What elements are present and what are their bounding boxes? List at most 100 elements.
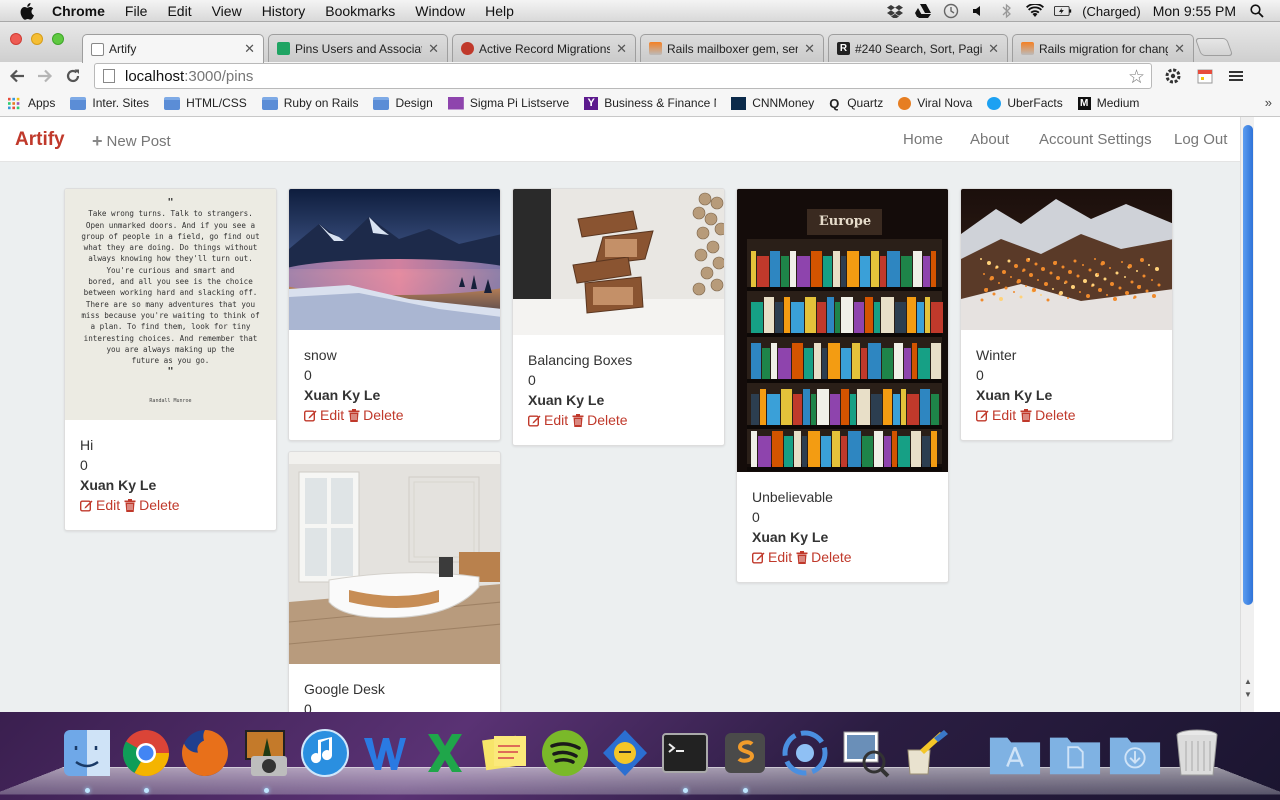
bookmark-star-icon[interactable]: ☆	[1128, 66, 1145, 89]
tab-rails-migration[interactable]: Rails migration for chang ✕	[1012, 34, 1194, 62]
menu-app-name[interactable]: Chrome	[52, 3, 105, 19]
calendar-extension-icon[interactable]	[1195, 66, 1215, 86]
terminal-icon[interactable]	[658, 726, 712, 780]
applications-folder-icon[interactable]	[988, 726, 1042, 780]
scroll-up-arrow-icon[interactable]: ▲	[1243, 677, 1253, 687]
spotlight-search-icon[interactable]	[1248, 3, 1266, 19]
pin-image-winter-village[interactable]	[961, 189, 1172, 330]
bookmark-medium[interactable]: M Medium	[1077, 96, 1139, 110]
menu-window[interactable]: Window	[415, 3, 465, 19]
close-icon[interactable]: ✕	[1174, 41, 1185, 57]
bookmark-sigma-pi[interactable]: Sigma Pi Listserve	[447, 96, 569, 110]
delete-link[interactable]: Delete	[348, 405, 404, 425]
bookmarks-overflow-chevron-icon[interactable]: »	[1265, 95, 1272, 110]
documents-folder-icon[interactable]	[1048, 726, 1102, 780]
nav-log-out-link[interactable]: Log Out	[1174, 131, 1227, 148]
volume-icon[interactable]	[970, 3, 988, 19]
software-update-icon[interactable]	[778, 726, 832, 780]
tab-railscasts[interactable]: R #240 Search, Sort, Paging ✕	[828, 34, 1008, 62]
forward-arrow-icon[interactable]	[34, 65, 56, 87]
stickies-icon[interactable]	[478, 726, 532, 780]
scroll-down-arrow-icon[interactable]: ▼	[1243, 690, 1253, 700]
bluetooth-icon[interactable]	[998, 3, 1016, 19]
edit-link[interactable]: Edit	[528, 410, 568, 430]
tab-pins-users[interactable]: Pins Users and Associatio ✕	[268, 34, 448, 62]
menubar-clock[interactable]: Mon 9:55 PM	[1153, 3, 1236, 19]
menu-edit[interactable]: Edit	[167, 3, 191, 19]
bookmark-yahoo-business[interactable]: Y Business & Finance N	[584, 96, 716, 110]
zoom-window-button[interactable]	[52, 33, 64, 45]
edit-link[interactable]: Edit	[304, 405, 344, 425]
chrome-menu-icon[interactable]	[1226, 66, 1246, 86]
brand-logo[interactable]: Artify	[15, 129, 65, 151]
bookmark-folder-ruby-on-rails[interactable]: Ruby on Rails	[261, 96, 358, 110]
bookmark-folder-design[interactable]: Design	[373, 96, 433, 110]
paint-brush-icon[interactable]	[898, 726, 952, 780]
bookmark-uberfacts[interactable]: UberFacts	[987, 96, 1063, 110]
close-window-button[interactable]	[10, 33, 22, 45]
menu-bookmarks[interactable]: Bookmarks	[325, 3, 395, 19]
time-machine-icon[interactable]	[942, 3, 960, 19]
pin-image-white-desk-room[interactable]	[289, 452, 500, 664]
pin-image-quote-poster[interactable]: " Take wrong turns. Talk to strangers. Ope…	[65, 189, 276, 420]
pin-image-bookshelf[interactable]: Europe	[737, 189, 948, 472]
bookmark-quartz[interactable]: Q Quartz	[829, 96, 883, 110]
close-icon[interactable]: ✕	[804, 41, 815, 57]
pin-card[interactable]: Europe Unbelievable 0 Xuan Ky Le Edit De…	[736, 188, 949, 583]
menu-history[interactable]: History	[262, 3, 306, 19]
reload-icon[interactable]	[62, 65, 84, 87]
close-icon[interactable]: ✕	[616, 41, 627, 57]
excel-icon[interactable]	[418, 726, 472, 780]
apple-icon[interactable]	[18, 1, 38, 21]
bookmark-folder-html-css[interactable]: HTML/CSS	[164, 96, 247, 110]
delete-link[interactable]: Delete	[572, 410, 628, 430]
delete-link[interactable]: Delete	[1020, 405, 1076, 425]
new-tab-button[interactable]	[1194, 38, 1234, 56]
pin-card[interactable]: Google Desk 0	[288, 451, 501, 712]
pin-card[interactable]: Balancing Boxes 0 Xuan Ky Le Edit Delete	[512, 188, 725, 446]
tab-rails-mailboxer[interactable]: Rails mailboxer gem, sen ✕	[640, 34, 824, 62]
bookmark-apps[interactable]: Apps	[8, 96, 55, 110]
menu-file[interactable]: File	[125, 3, 148, 19]
pin-card[interactable]: snow 0 Xuan Ky Le Edit Delete	[288, 188, 501, 441]
new-post-link[interactable]: + New Post	[92, 131, 171, 152]
sublime-text-icon[interactable]	[718, 726, 772, 780]
nav-account-settings-link[interactable]: Account Settings	[1039, 131, 1152, 148]
bookmark-viral-nova[interactable]: Viral Nova	[898, 96, 972, 110]
word-icon[interactable]	[358, 726, 412, 780]
iphoto-icon[interactable]	[239, 726, 293, 780]
wifi-icon[interactable]	[1026, 3, 1045, 19]
battery-icon[interactable]	[1054, 3, 1072, 19]
edit-link[interactable]: Edit	[976, 405, 1016, 425]
tab-artify[interactable]: Artify ✕	[82, 34, 264, 63]
extension-gear-icon[interactable]	[1163, 66, 1183, 86]
spotify-icon[interactable]	[538, 726, 592, 780]
pin-card[interactable]: Winter 0 Xuan Ky Le Edit Delete	[960, 188, 1173, 441]
menu-help[interactable]: Help	[485, 3, 514, 19]
close-icon[interactable]: ✕	[244, 41, 255, 57]
tab-active-record[interactable]: Active Record Migrations ✕	[452, 34, 636, 62]
nav-about-link[interactable]: About	[970, 131, 1009, 148]
downloads-folder-icon[interactable]	[1108, 726, 1162, 780]
back-arrow-icon[interactable]	[6, 65, 28, 87]
firefox-icon[interactable]	[178, 726, 232, 780]
delete-link[interactable]: Delete	[124, 495, 180, 515]
page-scrollbar[interactable]: ▲ ▼	[1240, 117, 1254, 712]
bookmark-cnnmoney[interactable]: CNNMoney	[731, 96, 814, 110]
itunes-icon[interactable]	[298, 726, 352, 780]
preview-icon[interactable]	[838, 726, 892, 780]
bookmark-folder-inter-sites[interactable]: Inter. Sites	[70, 96, 149, 110]
google-drive-icon[interactable]	[914, 3, 932, 19]
menu-view[interactable]: View	[212, 3, 242, 19]
edit-link[interactable]: Edit	[80, 495, 120, 515]
cyberduck-icon[interactable]	[598, 726, 652, 780]
pin-image-mountain-sunset[interactable]	[289, 189, 500, 330]
dropbox-icon[interactable]	[886, 3, 904, 19]
close-icon[interactable]: ✕	[428, 41, 439, 57]
pin-card[interactable]: " Take wrong turns. Talk to strangers. Ope…	[64, 188, 277, 531]
address-bar[interactable]: localhost:3000/pins ☆	[94, 63, 1152, 89]
chrome-icon[interactable]	[119, 726, 173, 780]
finder-icon[interactable]	[60, 726, 114, 780]
close-icon[interactable]: ✕	[988, 41, 999, 57]
scrollbar-thumb[interactable]	[1243, 125, 1253, 605]
